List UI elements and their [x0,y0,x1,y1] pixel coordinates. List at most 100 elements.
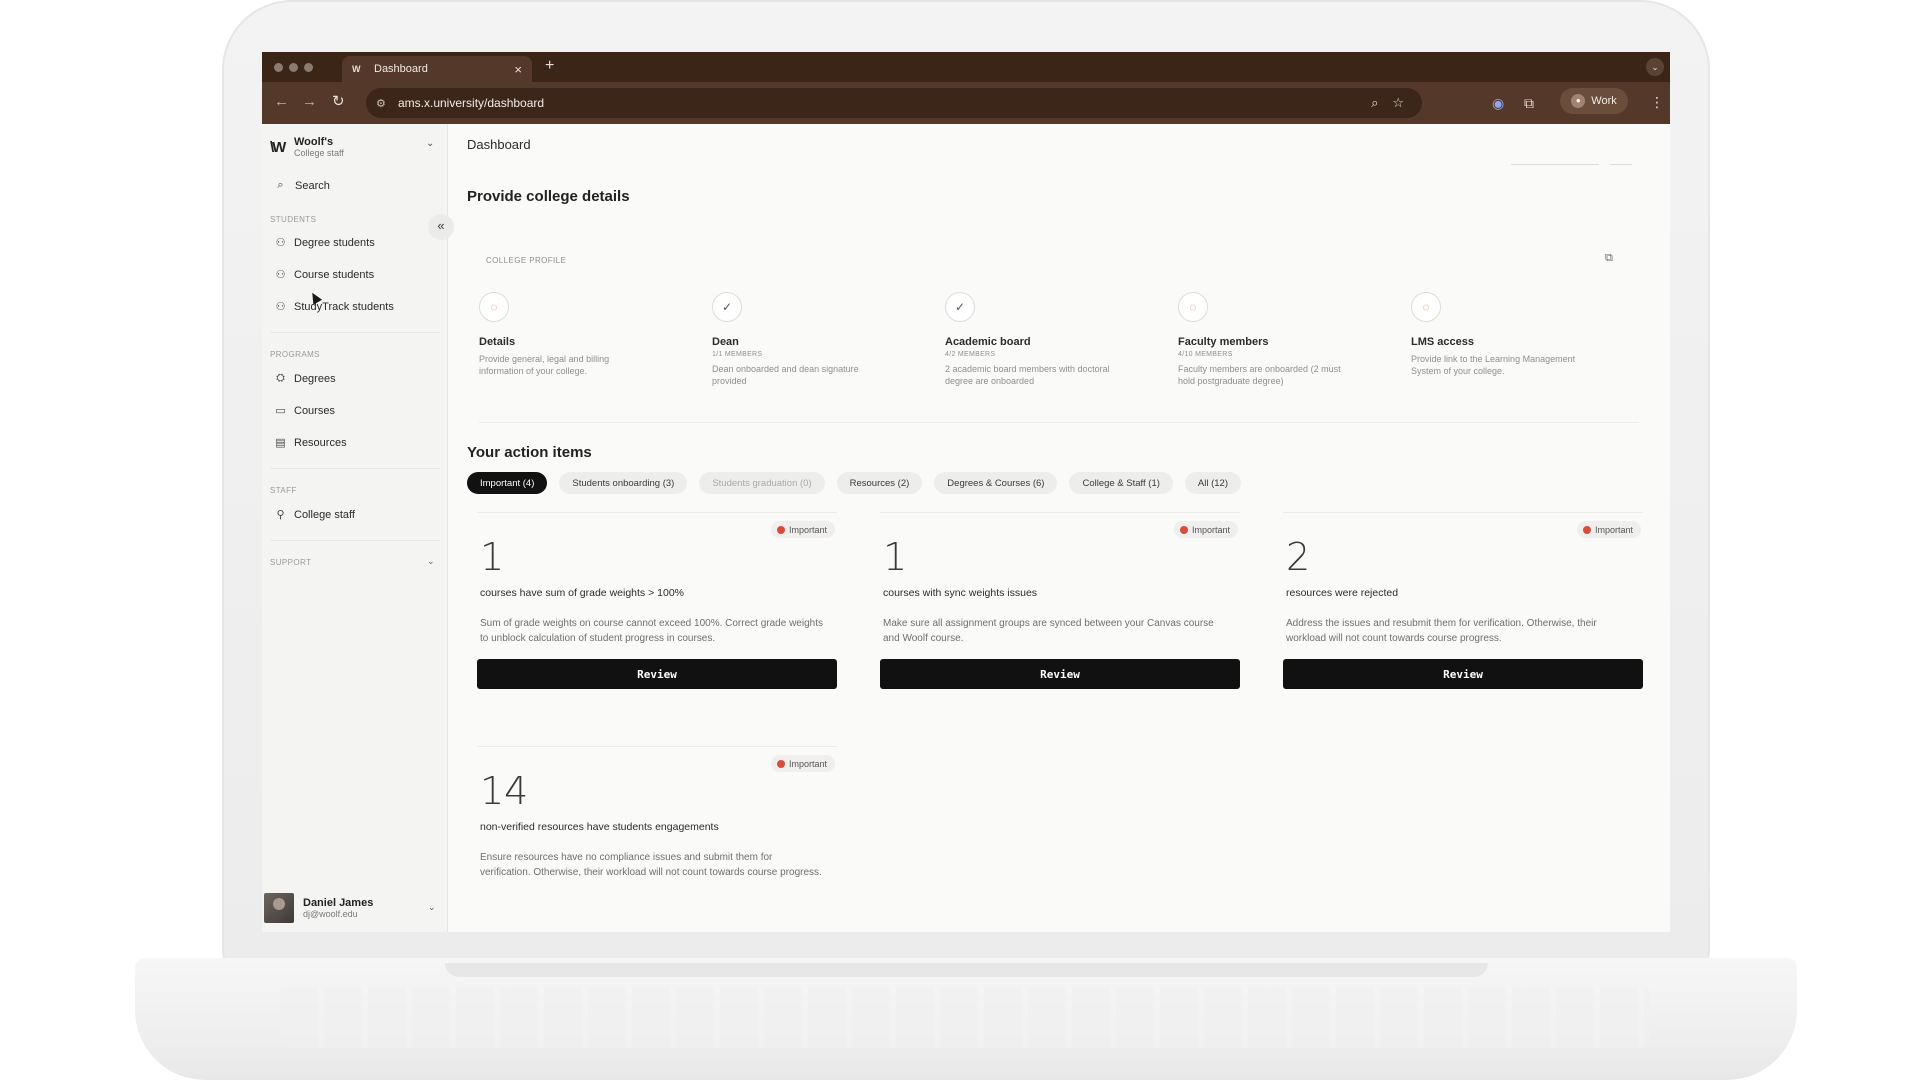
window-minimize-dot[interactable] [289,63,298,72]
laptop-hinge [445,963,1488,977]
screen: W Dashboard × + ⌄ ← → ↻ ⚙ ams.x.universi… [262,52,1670,932]
extension-icon[interactable]: ◉ [1492,95,1504,111]
status-badge: Important [770,755,835,772]
filter-chip-degrees-courses[interactable]: Degrees & Courses (6) [934,472,1058,494]
progress-ring-icon: ◌ [1411,292,1441,322]
badge-label: Important [788,524,827,535]
card-count: 2 [1286,535,1311,579]
external-link-icon[interactable]: ⧉ [1605,252,1613,265]
tab-close-icon[interactable]: × [514,62,522,77]
filter-chip-students-graduation[interactable]: Students graduation (0) [699,472,825,494]
card-subtitle: courses have sum of grade weights > 100% [480,587,684,599]
sidebar-item-course-students[interactable]: ⚇ Course students [274,268,375,282]
filter-chip-all[interactable]: All (12) [1184,472,1241,494]
filter-chip-resources[interactable]: Resources (2) [836,472,923,494]
zoom-icon[interactable]: ⌕ [1371,95,1378,111]
sidebar-item-studytrack-students[interactable]: ⚇ StudyTrack students [274,300,394,314]
divider [1610,164,1632,165]
action-items-heading: Your action items [467,444,592,461]
address-bar[interactable]: ⚙ ams.x.university/dashboard ⌕ ☆ [366,88,1422,118]
badge-label: Important [1594,524,1633,535]
important-dot-icon [776,759,785,768]
sidebar-item-label: College staff [294,508,355,521]
section-label-support[interactable]: SUPPORT [270,558,311,567]
card-subtitle: non-verified resources have students eng… [480,821,719,833]
progress-ring-icon: ◌ [1178,292,1208,322]
browser-tab-bar: W Dashboard × + ⌄ [262,52,1670,82]
filter-chip-students-onboarding[interactable]: Students onboarding (3) [559,472,688,494]
step-meta: 1/1 MEMBERS [712,351,763,358]
sidebar-search[interactable]: ⌕ Search [274,179,330,192]
step-meta: 4/10 MEMBERS [1178,351,1233,358]
bookmark-star-icon[interactable]: ☆ [1392,95,1404,111]
staff-icon: ⚲ [276,509,285,521]
page-title: Dashboard [467,137,531,152]
keyboard [280,988,1650,1048]
main-content: Dashboard Provide college details COLLEG… [449,124,1670,932]
book-open-icon: ▭ [275,405,286,417]
sidebar-item-college-staff[interactable]: ⚲ College staff [274,508,355,522]
card-count: 14 [480,769,529,813]
window-close-dot[interactable] [274,63,283,72]
profile-step-details[interactable]: ◌ Details Provide general, legal and bil… [464,292,664,377]
browser-menu-icon[interactable]: ⋮ [1650,94,1664,111]
site-info-icon[interactable]: ⚙ [376,97,390,110]
step-title: LMS access [1411,336,1474,348]
support-chevron-down-icon[interactable]: ⌄ [427,556,435,567]
reload-icon[interactable]: ↻ [332,94,345,110]
back-icon[interactable]: ← [274,94,289,110]
action-card: Important 2 resources were rejected Addr… [1283,512,1643,692]
card-subtitle: courses with sync weights issues [883,587,1038,599]
document-icon: ▤ [275,437,286,449]
profile-step-academic-board[interactable]: ✓ Academic board 4/2 MEMBERS 2 academic … [930,292,1130,387]
sidebar-item-label: Resources [294,436,347,449]
browser-tab-dashboard[interactable]: W Dashboard × [342,56,532,82]
profile-chip[interactable]: ● Work [1560,88,1628,114]
college-profile-label: COLLEGE PROFILE [486,256,567,265]
profile-step-dean[interactable]: ✓ Dean 1/1 MEMBERS Dean onboarded and de… [697,292,897,387]
sidebar-item-label: Course students [294,268,375,281]
step-title: Details [479,336,516,348]
review-button[interactable]: Review [477,659,837,689]
filter-chip-important[interactable]: Important (4) [467,472,548,494]
divider [1511,164,1599,165]
important-dot-icon [776,525,785,534]
check-icon: ✓ [945,292,975,322]
students-icon: ⚇ [275,301,286,313]
sidebar-item-degree-students[interactable]: ⚇ Degree students [274,236,375,250]
review-button[interactable]: Review [1283,659,1643,689]
org-switcher[interactable]: \W Woolf's College staff [270,136,344,159]
students-icon: ⚇ [275,237,286,249]
step-desc: Dean onboarded and dean signature provid… [712,364,859,386]
step-desc: Provide link to the Learning Management … [1411,354,1576,376]
extensions-puzzle-icon[interactable]: ⧉ [1524,95,1534,111]
sidebar-item-courses[interactable]: ▭ Courses [274,404,335,418]
status-badge: Important [1576,521,1641,538]
org-chevron-down-icon[interactable]: ⌄ [426,138,434,149]
new-tab-icon[interactable]: + [545,57,554,75]
sidebar: \W Woolf's College staff ⌄ ⌕ Search STUD… [262,124,448,932]
user-name: Daniel James [303,896,374,909]
sidebar-item-label: Courses [294,404,335,417]
step-desc: 2 academic board members with doctoral d… [945,364,1110,386]
card-count: 1 [480,535,505,579]
app: \W Woolf's College staff ⌄ ⌕ Search STUD… [262,124,1670,932]
card-description: Ensure resources have no compliance issu… [480,852,822,878]
progress-ring-icon: ◌ [479,292,509,322]
badge-label: Important [788,758,827,769]
user-menu[interactable]: Daniel James dj@woolf.edu ⌄ [262,888,448,928]
user-email: dj@woolf.edu [303,908,358,919]
profile-step-lms-access[interactable]: ◌ LMS access Provide link to the Learnin… [1396,292,1596,377]
sidebar-item-degrees[interactable]: ⛭ Degrees [274,372,335,385]
important-dot-icon [1582,525,1591,534]
forward-icon[interactable]: → [302,94,317,110]
sidebar-item-resources[interactable]: ▤ Resources [274,436,347,450]
search-label: Search [295,179,330,192]
review-button[interactable]: Review [880,659,1240,689]
window-zoom-dot[interactable] [304,63,313,72]
filter-chip-college-staff[interactable]: College & Staff (1) [1069,472,1173,494]
user-chevron-down-icon[interactable]: ⌄ [428,902,436,913]
profile-step-faculty-members[interactable]: ◌ Faculty members 4/10 MEMBERS Faculty m… [1163,292,1363,387]
status-badge: Important [770,521,835,538]
tab-search-icon[interactable]: ⌄ [1646,58,1664,76]
